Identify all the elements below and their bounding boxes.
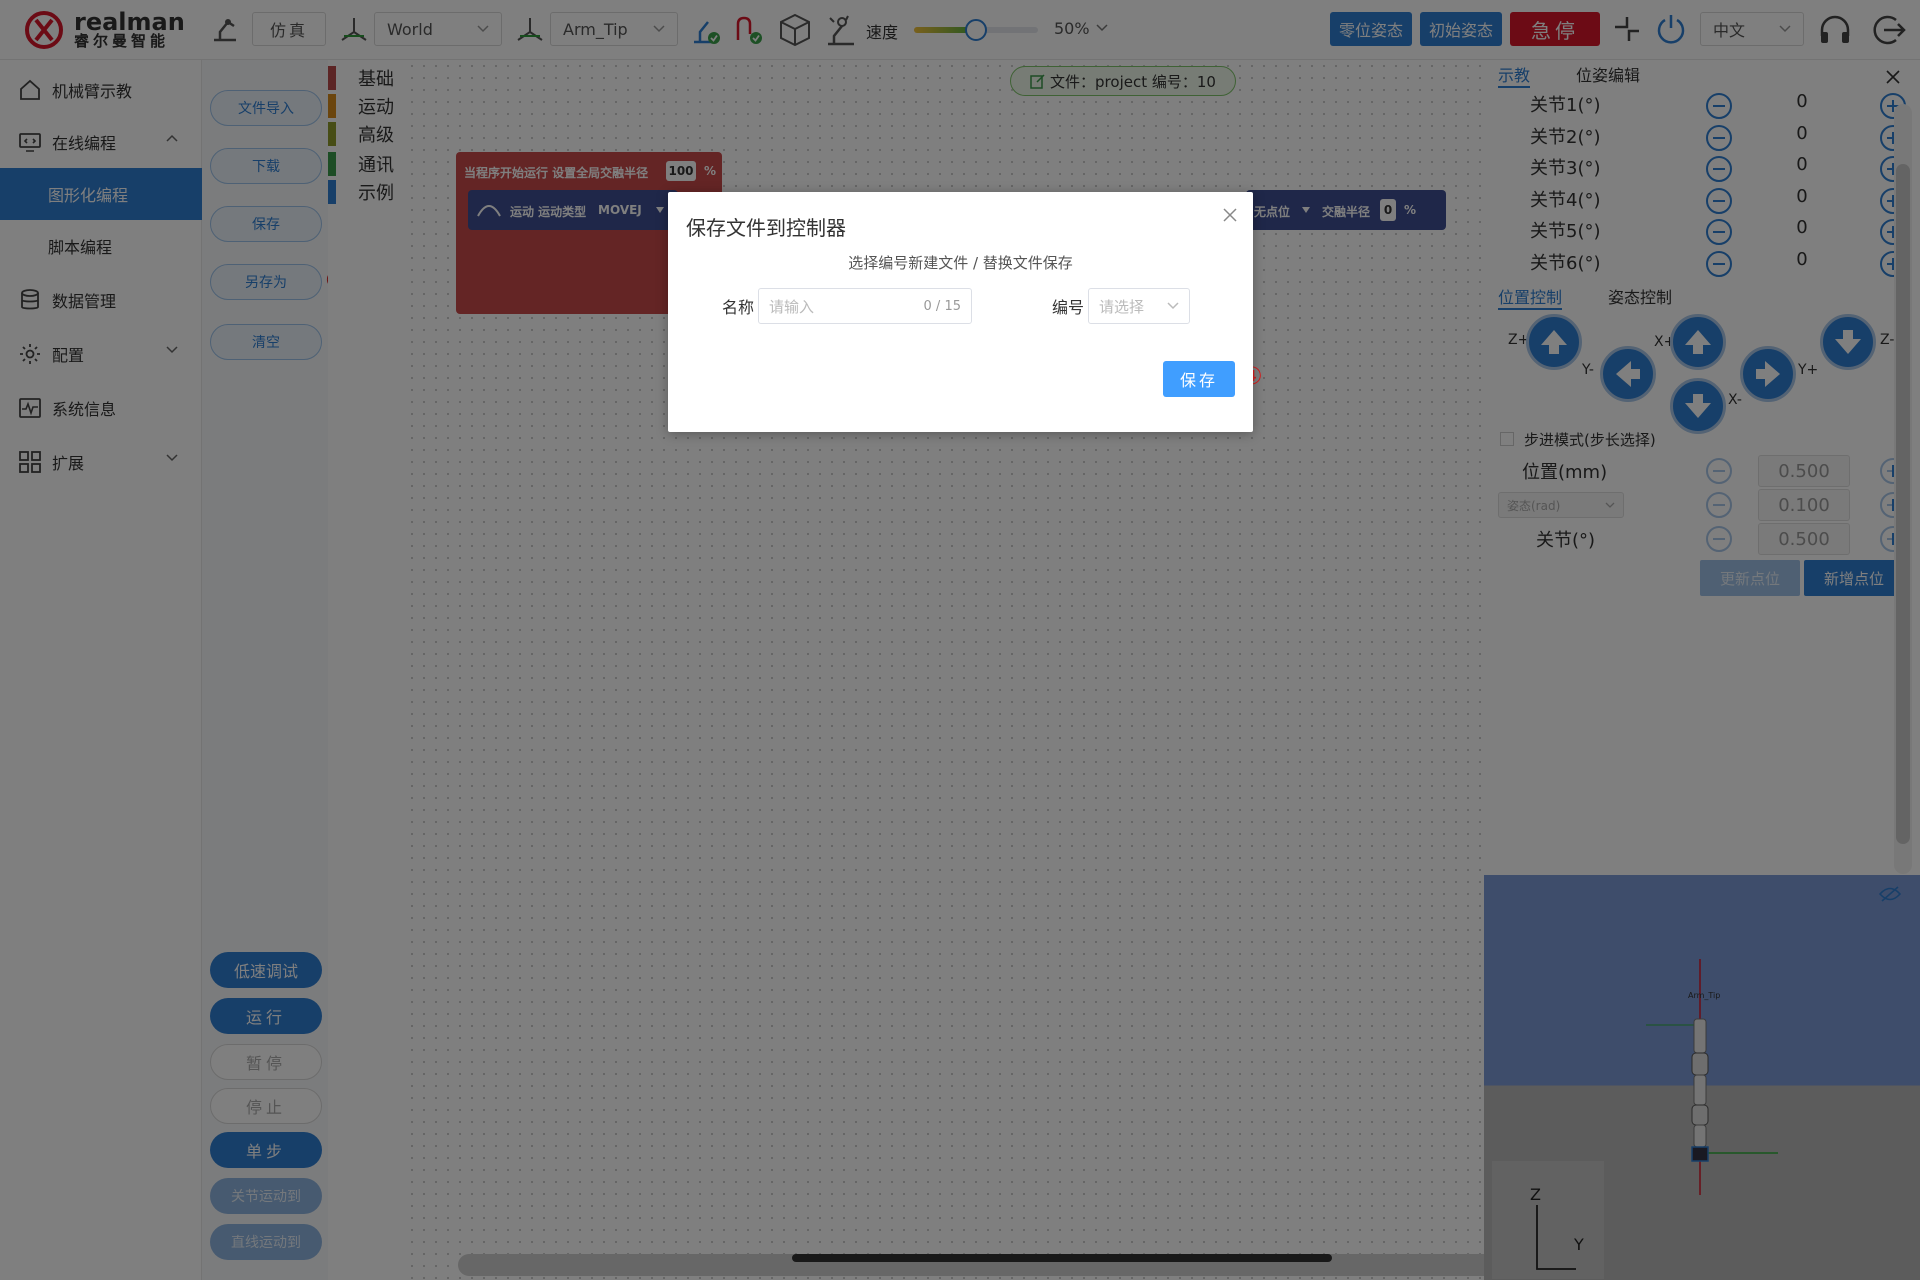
name-char-count: 0 / 15 bbox=[923, 298, 961, 314]
save-to-controller-dialog: 保存文件到控制器 选择编号新建文件 / 替换文件保存 名称 请输入 0 / 15… bbox=[668, 192, 1253, 432]
number-select-placeholder: 请选择 bbox=[1099, 297, 1145, 316]
name-input[interactable]: 请输入 0 / 15 bbox=[758, 288, 972, 324]
name-input-placeholder: 请输入 bbox=[769, 297, 815, 316]
close-icon[interactable] bbox=[1223, 208, 1237, 222]
dialog-save-button[interactable]: 保存 bbox=[1163, 361, 1235, 397]
name-label: 名称 bbox=[722, 298, 755, 317]
dialog-subtitle: 选择编号新建文件 / 替换文件保存 bbox=[848, 254, 1073, 272]
number-label: 编号 bbox=[1052, 298, 1085, 317]
dialog-title: 保存文件到控制器 bbox=[686, 216, 846, 240]
number-select[interactable]: 请选择 bbox=[1088, 288, 1190, 324]
chevron-down-icon bbox=[1167, 302, 1179, 310]
